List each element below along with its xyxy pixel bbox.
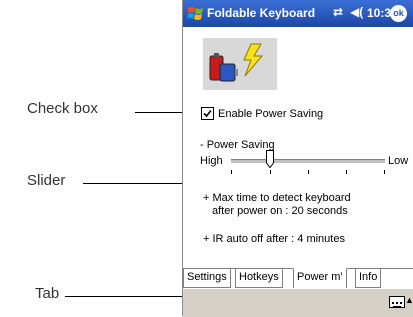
ir-auto-off: + IR auto off after : 4 minutes [203, 233, 345, 245]
max-time-line1: + Max time to detect keyboard [203, 192, 351, 204]
ok-button[interactable]: ok [390, 5, 407, 22]
input-menu-arrow-icon[interactable]: ▲ [405, 295, 413, 305]
tab-info[interactable]: Info [355, 269, 382, 288]
keyboard-icon[interactable] [389, 296, 405, 308]
title-bar: Foldable Keyboard ⇄ ◀( 10:38 ok [183, 0, 413, 27]
power-saving-slider[interactable] [231, 159, 385, 164]
callout-tab: Tab [35, 285, 60, 302]
callout-check-box: Check box [27, 100, 98, 117]
device-screen: Foldable Keyboard ⇄ ◀( 10:38 ok Enable P… [182, 0, 413, 317]
enable-power-saving-row[interactable]: Enable Power Saving [201, 107, 323, 120]
windows-logo-icon[interactable] [187, 5, 204, 22]
tab-hotkeys[interactable]: Hotkeys [235, 269, 283, 288]
taskbar: ▲ [183, 288, 413, 317]
volume-icon[interactable]: ◀( [350, 5, 363, 19]
max-time-line2: after power on : 20 seconds [212, 205, 348, 217]
tab-bar: Settings Hotkeys Power m' Info [183, 268, 413, 290]
tab-power-management[interactable]: Power m' [293, 268, 347, 290]
connectivity-icon[interactable]: ⇄ [333, 5, 343, 19]
checkmark-icon [203, 109, 212, 118]
slider-tick [308, 170, 309, 174]
slider-thumb[interactable] [266, 150, 274, 168]
slider-tick [384, 170, 385, 174]
callout-slider: Slider [27, 172, 66, 189]
battery-power-icon [203, 38, 277, 90]
power-saving-section-label: - Power Saving [200, 139, 275, 151]
slider-tick [270, 170, 271, 174]
enable-power-saving-label: Enable Power Saving [218, 107, 324, 120]
slider-low-label: Low [388, 155, 409, 167]
tab-settings[interactable]: Settings [183, 269, 231, 288]
slider-tick [231, 170, 232, 174]
slider-high-label: High [200, 155, 223, 167]
enable-power-saving-checkbox[interactable] [201, 107, 214, 120]
window-title: Foldable Keyboard [207, 6, 316, 20]
slider-tick [346, 170, 347, 174]
